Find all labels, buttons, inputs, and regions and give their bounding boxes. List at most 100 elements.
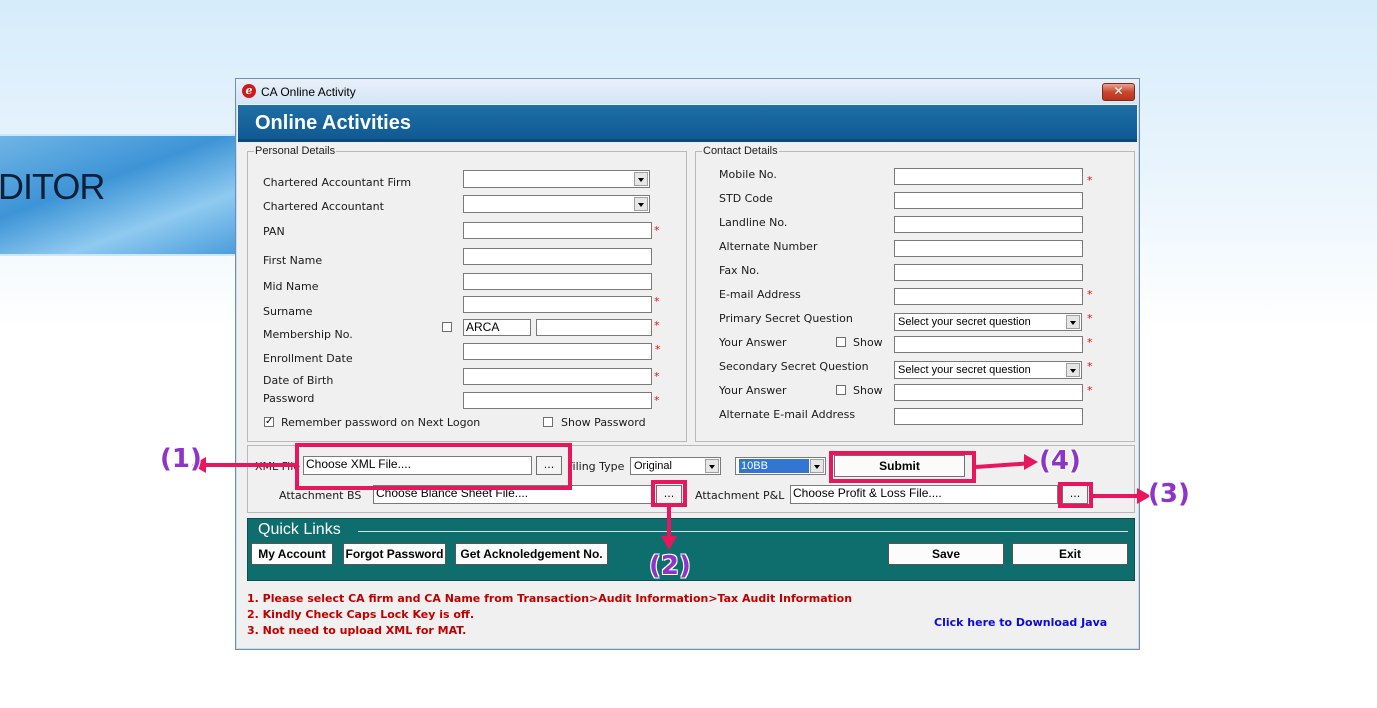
mobile-label: Mobile No. [719,168,777,181]
form-type-dropdown[interactable]: 10BB [735,457,826,475]
arrow-head-2-icon [661,536,677,550]
required-mark: * [654,319,660,332]
quick-links-divider [358,531,1128,532]
header-banner: Online Activities [238,105,1137,142]
membership-label: Membership No. [263,328,353,341]
required-mark: * [1087,288,1093,301]
ca-firm-dropdown[interactable] [463,170,650,188]
alternate-number-field[interactable] [894,240,1083,257]
ca-label: Chartered Accountant [263,200,384,213]
show-primary-answer-label: Show [853,336,883,349]
primary-answer-field[interactable] [894,336,1083,353]
required-mark: * [654,295,660,308]
contact-details-legend: Contact Details [703,145,778,157]
membership-checkbox[interactable] [442,322,452,332]
mid-name-field[interactable] [463,273,652,290]
highlight-xml-file [295,443,572,490]
close-button[interactable]: ✕ [1102,83,1135,101]
save-button[interactable]: Save [888,543,1004,565]
std-code-field[interactable] [894,192,1083,209]
chevron-down-icon [1066,363,1080,377]
attach-pl-label: Attachment P&L [695,489,785,502]
filing-type-dropdown[interactable]: Original [630,457,721,475]
callout-1: (1) [160,444,202,474]
dob-label: Date of Birth [263,374,334,387]
alt-email-field[interactable] [894,408,1083,425]
membership-prefix-field[interactable]: ARCA [463,319,531,336]
primary-question-label: Primary Secret Question [719,312,853,325]
page-title: Online Activities [255,112,411,134]
callout-3: (3) [1148,479,1190,509]
exit-button[interactable]: Exit [1012,543,1128,565]
callout-2: (2) [649,551,691,581]
attach-bs-label: Attachment BS [279,489,362,502]
enrollment-date-field[interactable] [463,343,652,360]
alternate-number-label: Alternate Number [719,240,818,253]
ca-firm-label: Chartered Accountant Firm [263,176,412,189]
secondary-question-value: Select your secret question [898,364,1031,376]
arrow-line-3 [1093,494,1139,498]
surname-field[interactable] [463,296,652,313]
password-field[interactable] [463,392,652,409]
alt-email-label: Alternate E-mail Address [719,408,856,421]
remember-password-checkbox[interactable]: ✓ [264,417,274,427]
secondary-answer-field[interactable] [894,384,1083,401]
required-mark: * [1087,174,1093,187]
fax-label: Fax No. [719,264,760,277]
quick-links-title: Quick Links [258,521,341,538]
required-mark: * [1087,384,1093,397]
chevron-down-icon [705,459,719,473]
filing-type-value: Original [634,460,672,472]
arrow-line-1 [204,463,296,467]
secondary-question-dropdown[interactable]: Select your secret question [894,361,1082,379]
ca-dropdown[interactable] [463,195,650,213]
required-mark: * [654,394,660,407]
required-mark: * [655,343,661,356]
membership-number-field[interactable] [536,319,652,336]
arrow-head-4-icon [1024,454,1038,470]
show-primary-answer-checkbox[interactable] [836,337,846,347]
note-1: 1. Please select CA firm and CA Name fro… [247,592,853,605]
required-mark: * [1087,336,1093,349]
required-mark: * [1087,360,1093,373]
remember-password-label: Remember password on Next Logon [281,416,481,429]
chevron-down-icon [1066,315,1080,329]
primary-answer-label: Your Answer [719,336,787,349]
pan-field[interactable] [463,222,652,239]
form-type-value: 10BB [739,459,809,473]
chevron-down-icon [810,459,824,473]
std-code-label: STD Code [719,192,773,205]
landline-label: Landline No. [719,216,788,229]
background-brand-text: DITOR [0,166,105,207]
highlight-attach-bs-browse [651,480,687,507]
first-name-label: First Name [263,254,323,267]
attach-pl-field[interactable]: Choose Profit & Loss File.... [790,485,1058,504]
secondary-answer-label: Your Answer [719,384,787,397]
note-2: 2. Kindly Check Caps Lock Key is off. [247,608,475,621]
enrollment-date-label: Enrollment Date [263,352,353,365]
mobile-field[interactable] [894,168,1083,185]
window-title: CA Online Activity [261,85,356,99]
landline-field[interactable] [894,216,1083,233]
email-label: E-mail Address [719,288,801,301]
pan-label: PAN [263,225,285,238]
show-password-checkbox[interactable] [543,417,553,427]
chevron-down-icon [634,197,648,211]
show-secondary-answer-checkbox[interactable] [836,385,846,395]
fax-field[interactable] [894,264,1083,281]
required-mark: * [654,224,660,237]
forgot-password-button[interactable]: Forgot Password [343,543,446,565]
email-field[interactable] [894,288,1083,305]
download-java-link[interactable]: Click here to Download Java [934,616,1107,629]
required-mark: * [1087,312,1093,325]
first-name-field[interactable] [463,248,652,265]
dob-field[interactable] [463,368,652,385]
app-logo-icon: e [242,84,256,98]
personal-details-legend: Personal Details [255,145,336,157]
mid-name-label: Mid Name [263,280,319,293]
get-acknowledgement-button[interactable]: Get Acknoledgement No. [455,543,608,565]
my-account-button[interactable]: My Account [251,543,333,565]
secondary-question-label: Secondary Secret Question [719,360,869,373]
primary-question-dropdown[interactable]: Select your secret question [894,313,1082,331]
show-secondary-answer-label: Show [853,384,883,397]
